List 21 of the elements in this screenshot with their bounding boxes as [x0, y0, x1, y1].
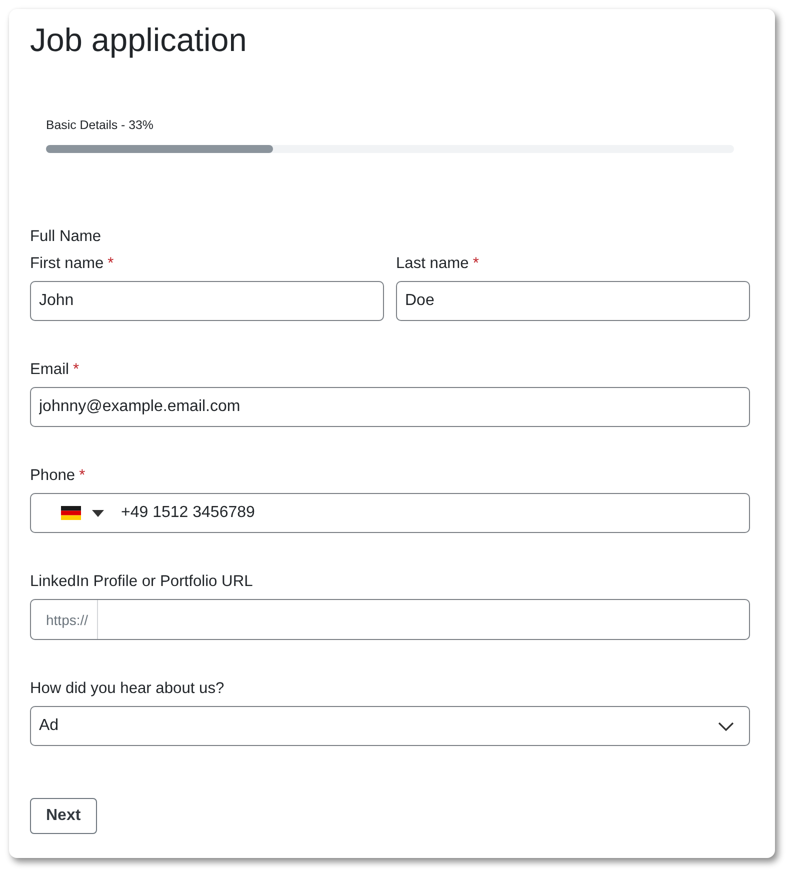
phone-number-input[interactable]: +49 1512 3456789: [121, 494, 741, 532]
caret-down-icon: [92, 510, 104, 516]
field-label: How did you hear about us?: [30, 679, 224, 699]
page-title: Job application: [30, 21, 247, 59]
dropdown-field[interactable]: Ad: [30, 706, 750, 746]
field-label: Phone *: [30, 466, 86, 486]
chevron-down-icon: [718, 722, 734, 730]
field-label: LinkedIn Profile or Portfolio URL: [30, 572, 253, 592]
progress-label: Basic Details - 33%: [46, 117, 154, 133]
flag-icon: [61, 506, 81, 520]
text-field[interactable]: John: [30, 281, 384, 321]
field-label: Last name *: [396, 254, 479, 274]
field-label: Full Name: [30, 227, 102, 247]
field-label: Email *: [30, 360, 80, 380]
phone-field[interactable]: +49 1512 3456789: [30, 493, 750, 533]
text-field[interactable]: Doe: [396, 281, 750, 321]
country-code-dropdown[interactable]: [61, 506, 104, 520]
url-prefix: https://: [31, 600, 98, 639]
url-field[interactable]: https://: [30, 599, 750, 640]
field-label: First name *: [30, 254, 114, 274]
next-button[interactable]: Next: [30, 798, 97, 834]
